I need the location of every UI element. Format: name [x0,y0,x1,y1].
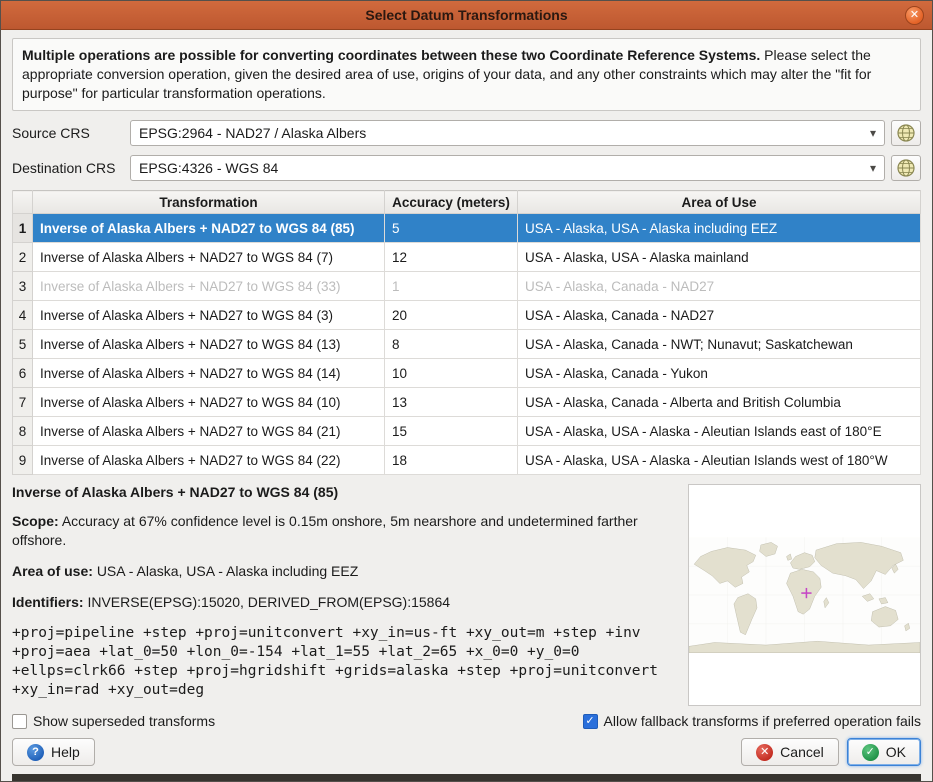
source-crs-select-button[interactable] [891,120,921,146]
table-row[interactable]: 7 Inverse of Alaska Albers + NAD27 to WG… [13,388,921,417]
table-row[interactable]: 1 Inverse of Alaska Albers + NAD27 to WG… [13,214,921,243]
options-row: Show superseded transforms ✓ Allow fallb… [12,713,921,729]
header-transformation[interactable]: Transformation [33,191,385,214]
header-area-of-use[interactable]: Area of Use [518,191,921,214]
row-number: 5 [13,330,33,359]
help-button[interactable]: ? Help [12,738,95,766]
crs-selector-icon [896,158,916,178]
show-superseded-checkbox[interactable]: Show superseded transforms [12,713,215,729]
table-row[interactable]: 5 Inverse of Alaska Albers + NAD27 to WG… [13,330,921,359]
source-crs-row: Source CRS EPSG:2964 - NAD27 / Alaska Al… [12,120,921,146]
cell-area: USA - Alaska, Canada - NAD27 [518,272,921,301]
chevron-down-icon: ▾ [864,126,876,140]
cell-accuracy: 20 [385,301,518,330]
row-number: 8 [13,417,33,446]
destination-crs-row: Destination CRS EPSG:4326 - WGS 84 ▾ [12,155,921,181]
intro-bold-text: Multiple operations are possible for con… [22,47,760,63]
cell-accuracy: 15 [385,417,518,446]
ok-button[interactable]: ✓ OK [847,738,921,766]
cell-area: USA - Alaska, USA - Alaska including EEZ [518,214,921,243]
cell-accuracy: 5 [385,214,518,243]
cell-transformation: Inverse of Alaska Albers + NAD27 to WGS … [33,243,385,272]
details-panel: Inverse of Alaska Albers + NAD27 to WGS … [12,484,921,707]
row-number: 6 [13,359,33,388]
cell-transformation: Inverse of Alaska Albers + NAD27 to WGS … [33,446,385,475]
cell-transformation: Inverse of Alaska Albers + NAD27 to WGS … [33,388,385,417]
cell-area: USA - Alaska, Canada - NAD27 [518,301,921,330]
area-of-use-map [688,484,921,706]
source-crs-combobox[interactable]: EPSG:2964 - NAD27 / Alaska Albers ▾ [130,120,885,146]
dialog-title: Select Datum Transformations [365,7,567,23]
cell-accuracy: 1 [385,272,518,301]
details-identifiers: Identifiers: INVERSE(EPSG):15020, DERIVE… [12,593,676,612]
checkbox-label: Allow fallback transforms if preferred o… [604,713,921,729]
cell-transformation: Inverse of Alaska Albers + NAD27 to WGS … [33,417,385,446]
proj-string: +proj=pipeline +step +proj=unitconvert +… [12,624,676,700]
table-row[interactable]: 9 Inverse of Alaska Albers + NAD27 to WG… [13,446,921,475]
cell-transformation: Inverse of Alaska Albers + NAD27 to WGS … [33,301,385,330]
table-row[interactable]: 8 Inverse of Alaska Albers + NAD27 to WG… [13,417,921,446]
details-scope: Scope: Accuracy at 67% confidence level … [12,512,676,550]
details-title: Inverse of Alaska Albers + NAD27 to WGS … [12,484,676,500]
intro-message: Multiple operations are possible for con… [12,38,921,111]
details-area-of-use: Area of use: USA - Alaska, USA - Alaska … [12,562,676,581]
cell-accuracy: 13 [385,388,518,417]
cell-transformation: Inverse of Alaska Albers + NAD27 to WGS … [33,359,385,388]
cell-area: USA - Alaska, USA - Alaska - Aleutian Is… [518,417,921,446]
checkbox-label: Show superseded transforms [33,713,215,729]
table-row[interactable]: 6 Inverse of Alaska Albers + NAD27 to WG… [13,359,921,388]
crs-selector-icon [896,123,916,143]
row-number: 9 [13,446,33,475]
table-row[interactable]: 2 Inverse of Alaska Albers + NAD27 to WG… [13,243,921,272]
cancel-icon: ✕ [756,744,773,761]
source-crs-label: Source CRS [12,125,124,141]
checkbox-checked-icon: ✓ [583,714,598,729]
header-accuracy[interactable]: Accuracy (meters) [385,191,518,214]
cell-area: USA - Alaska, USA - Alaska - Aleutian Is… [518,446,921,475]
destination-crs-select-button[interactable] [891,155,921,181]
row-number: 1 [13,214,33,243]
dialog-buttons: ? Help ✕ Cancel ✓ OK [12,738,921,766]
cell-accuracy: 12 [385,243,518,272]
table-row[interactable]: 4 Inverse of Alaska Albers + NAD27 to WG… [13,301,921,330]
cell-transformation: Inverse of Alaska Albers + NAD27 to WGS … [33,214,385,243]
source-crs-value: EPSG:2964 - NAD27 / Alaska Albers [139,125,864,141]
cell-accuracy: 18 [385,446,518,475]
row-number: 7 [13,388,33,417]
dialog-content: Multiple operations are possible for con… [1,30,932,781]
row-number: 3 [13,272,33,301]
table-corner [13,191,33,214]
world-map [689,537,920,653]
cancel-button[interactable]: ✕ Cancel [741,738,839,766]
titlebar: Select Datum Transformations ✕ [1,1,932,30]
cell-area: USA - Alaska, USA - Alaska mainland [518,243,921,272]
allow-fallback-checkbox[interactable]: ✓ Allow fallback transforms if preferred… [583,713,921,729]
window-bottom-edge [12,774,921,781]
cell-area: USA - Alaska, Canada - NWT; Nunavut; Sas… [518,330,921,359]
select-datum-transformations-dialog: Select Datum Transformations ✕ Multiple … [0,0,933,782]
table-row[interactable]: 3 Inverse of Alaska Albers + NAD27 to WG… [13,272,921,301]
destination-crs-value: EPSG:4326 - WGS 84 [139,160,864,176]
cell-area: USA - Alaska, Canada - Alberta and Briti… [518,388,921,417]
cell-transformation: Inverse of Alaska Albers + NAD27 to WGS … [33,330,385,359]
destination-crs-combobox[interactable]: EPSG:4326 - WGS 84 ▾ [130,155,885,181]
cell-area: USA - Alaska, Canada - Yukon [518,359,921,388]
transformations-table: Transformation Accuracy (meters) Area of… [12,190,921,475]
row-number: 4 [13,301,33,330]
checkbox-unchecked-icon [12,714,27,729]
details-text: Inverse of Alaska Albers + NAD27 to WGS … [12,484,676,707]
close-button[interactable]: ✕ [905,6,924,25]
cell-transformation: Inverse of Alaska Albers + NAD27 to WGS … [33,272,385,301]
destination-crs-label: Destination CRS [12,160,124,176]
table-header-row: Transformation Accuracy (meters) Area of… [13,191,921,214]
cell-accuracy: 8 [385,330,518,359]
row-number: 2 [13,243,33,272]
help-icon: ? [27,744,44,761]
close-icon: ✕ [910,10,919,21]
ok-icon: ✓ [862,744,879,761]
cell-accuracy: 10 [385,359,518,388]
chevron-down-icon: ▾ [864,161,876,175]
